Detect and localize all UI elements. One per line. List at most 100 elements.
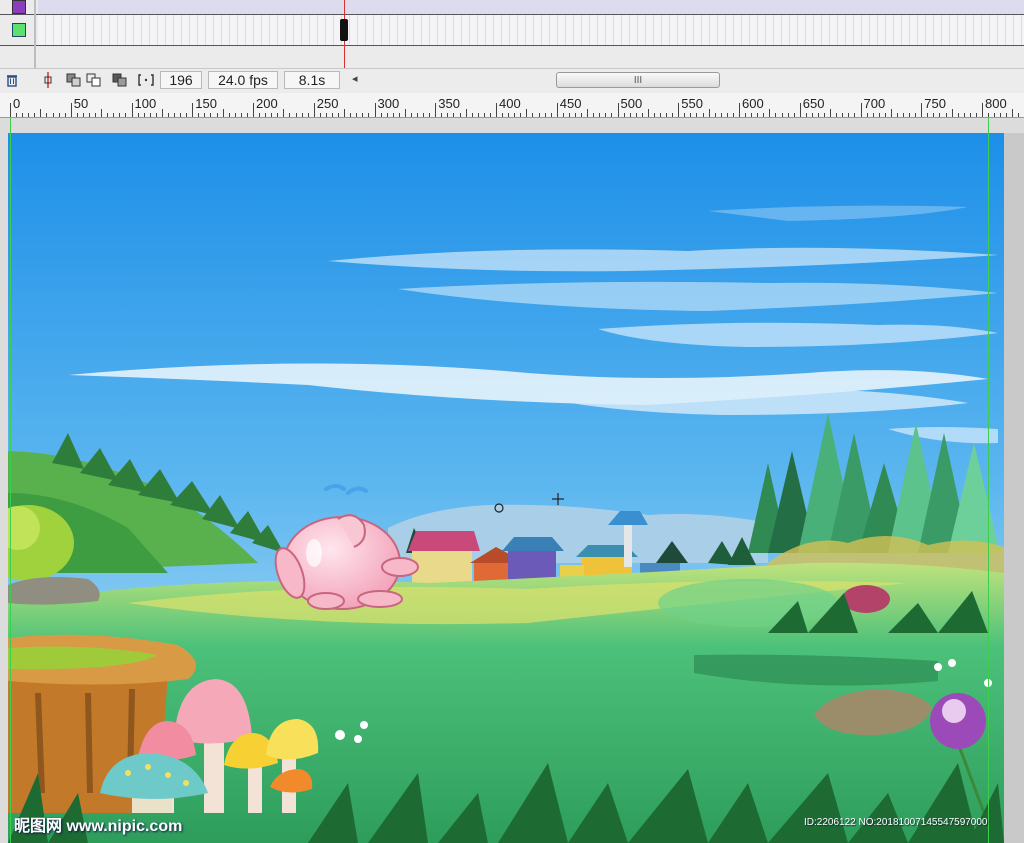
center-frame-icon[interactable] [40, 72, 56, 88]
ruler-minor-tick [647, 109, 649, 117]
ruler-minor-tick [210, 113, 212, 117]
ruler-minor-tick [611, 113, 613, 117]
ruler-minor-tick [143, 113, 145, 117]
ruler-minor-tick [368, 113, 370, 117]
stage-canvas[interactable] [8, 133, 1004, 843]
ruler-minor-tick [933, 113, 935, 117]
ruler-major-tick [192, 103, 194, 117]
ruler-minor-tick [113, 113, 115, 117]
ruler-minor-tick [52, 113, 54, 117]
ruler-minor-tick [40, 109, 42, 117]
layer-row-1[interactable] [0, 0, 1024, 14]
ruler-major-tick [253, 103, 254, 117]
ruler-minor-tick [1000, 113, 1002, 117]
ruler-minor-tick [878, 113, 880, 117]
ruler-minor-tick [58, 113, 60, 117]
layer-row-2[interactable] [0, 14, 1024, 46]
ruler-major-tick [982, 103, 983, 117]
ruler-label: 350 [438, 96, 460, 111]
ruler-minor-tick [653, 113, 655, 117]
ruler-minor-tick [410, 113, 412, 117]
ruler-major-tick [435, 103, 437, 117]
ruler-minor-tick [969, 113, 971, 117]
ruler-minor-tick [963, 113, 965, 117]
ruler-minor-tick [246, 113, 248, 117]
timeline-toolbar: 196 24.0 fps 8.1s ◂ III [0, 68, 1024, 94]
ruler-minor-tick [909, 113, 911, 117]
layer-color-swatch-purple[interactable] [12, 0, 26, 14]
ruler-minor-tick [896, 113, 898, 117]
ruler-label: 100 [134, 96, 157, 111]
ruler-minor-tick [848, 113, 850, 117]
scroll-left-arrow[interactable]: ◂ [352, 72, 358, 85]
ruler-label: 450 [559, 96, 582, 111]
onion-skin-icon[interactable] [66, 72, 82, 88]
ruler-label: 700 [863, 96, 886, 111]
ruler-label: 550 [681, 96, 703, 111]
ruler-minor-tick [763, 113, 765, 117]
keyframe-marker[interactable] [340, 19, 348, 41]
edit-multiple-frames-icon[interactable] [112, 72, 128, 88]
current-frame-field[interactable]: 196 [160, 71, 202, 89]
ruler-minor-tick [568, 113, 570, 117]
ruler-minor-tick [532, 113, 534, 117]
ruler-label: 150 [195, 96, 217, 111]
ruler-minor-tick [574, 113, 576, 117]
ruler-major-tick [496, 103, 497, 117]
ruler-minor-tick [88, 113, 90, 117]
onion-skin-outline-icon[interactable] [86, 72, 102, 88]
horizontal-scrollbar-thumb[interactable]: III [556, 72, 720, 88]
ruler-minor-tick [28, 113, 30, 117]
vertical-scroll-strip[interactable] [1004, 133, 1024, 843]
light-grass-patch [658, 579, 838, 627]
layer-frames-1[interactable] [38, 0, 1024, 14]
horizontal-ruler: 0 50 100 150 200 250 300 350 400 450 500 550 600 650 7… [0, 93, 1024, 118]
ruler-minor-tick [915, 113, 917, 117]
ruler-minor-tick [271, 113, 273, 117]
ruler-label: 400 [499, 96, 521, 111]
modify-markers-icon[interactable] [138, 72, 154, 88]
ruler-minor-tick [951, 109, 953, 117]
ruler-minor-tick [204, 113, 206, 117]
ruler-minor-tick [866, 113, 868, 117]
ruler-minor-tick [605, 113, 607, 117]
ruler-minor-tick [34, 113, 36, 117]
ruler-minor-tick [22, 113, 24, 117]
ruler-minor-tick [775, 113, 777, 117]
ruler-minor-tick [854, 113, 856, 117]
ruler-minor-tick [216, 113, 218, 117]
guide-line-left[interactable] [10, 118, 11, 843]
layer-color-swatch-green[interactable] [12, 23, 26, 37]
layer-frames-2[interactable] [38, 15, 1024, 45]
ruler-minor-tick [581, 113, 583, 117]
ruler-minor-tick [380, 113, 382, 117]
ruler-minor-tick [459, 113, 461, 117]
ruler-minor-tick [228, 113, 230, 117]
watermark-logo: 昵图网 www.nipic.com [14, 818, 183, 835]
ruler-minor-tick [903, 113, 905, 117]
ruler-minor-tick [240, 113, 242, 117]
ruler-minor-tick [319, 113, 321, 117]
ruler-minor-tick [811, 113, 813, 117]
frame-rate-field[interactable]: 24.0 fps [208, 71, 278, 89]
ruler-minor-tick [155, 113, 157, 117]
ruler-minor-tick [508, 113, 510, 117]
ruler-label: 200 [256, 96, 278, 111]
ruler-minor-tick [95, 113, 97, 117]
ruler-minor-tick [234, 113, 236, 117]
ruler-minor-tick [884, 113, 886, 117]
ruler-minor-tick [174, 113, 176, 117]
guide-line-right[interactable] [988, 118, 989, 843]
ruler-minor-tick [265, 113, 267, 117]
ruler-minor-tick [350, 113, 352, 117]
ruler-minor-tick [307, 113, 309, 117]
trash-icon[interactable] [4, 72, 20, 88]
ruler-label: 300 [377, 96, 400, 111]
ruler-minor-tick [757, 113, 759, 117]
ruler-minor-tick [562, 113, 564, 117]
ruler-minor-tick [714, 113, 716, 117]
ruler-minor-tick [1006, 113, 1008, 117]
ruler-minor-tick [660, 113, 662, 117]
ruler-major-tick [860, 103, 862, 117]
ruler-minor-tick [64, 113, 66, 117]
